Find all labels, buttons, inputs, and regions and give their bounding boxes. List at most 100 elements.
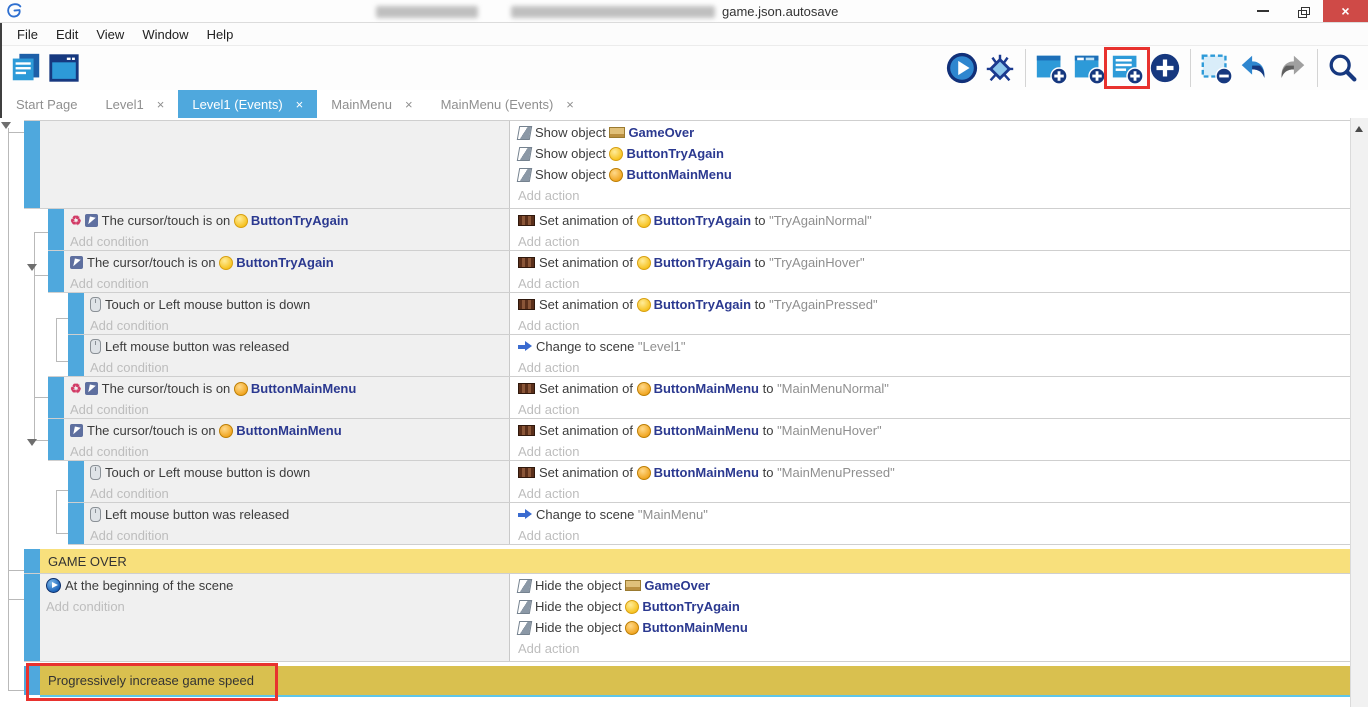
- action-item[interactable]: Set animation of ButtonTryAgain to "TryA…: [518, 210, 1351, 231]
- condition-item[interactable]: Left mouse button was released: [90, 336, 509, 357]
- scroll-up-arrow-icon[interactable]: [1355, 126, 1363, 132]
- add-action-button[interactable]: Add action: [518, 638, 1351, 659]
- action-item[interactable]: Show object GameOver: [518, 122, 1351, 143]
- conditions-cell: Touch or Left mouse button is downAdd co…: [84, 461, 510, 502]
- toolbar-add-circle-button[interactable]: [1148, 51, 1182, 85]
- event-row[interactable]: The cursor/touch is on ButtonMainMenuAdd…: [48, 418, 1351, 461]
- add-action-button[interactable]: Add action: [518, 185, 1351, 206]
- object-name: ButtonTryAgain: [626, 146, 724, 161]
- condition-item[interactable]: At the beginning of the scene: [46, 575, 509, 596]
- condition-item[interactable]: Touch or Left mouse button is down: [90, 294, 509, 315]
- action-item[interactable]: Set animation of ButtonMainMenu to "Main…: [518, 378, 1351, 399]
- condition-item[interactable]: The cursor/touch is on ButtonMainMenu: [70, 420, 509, 441]
- mouse-icon: [90, 507, 101, 522]
- event-row[interactable]: Touch or Left mouse button is downAdd co…: [68, 460, 1351, 503]
- close-button[interactable]: ×: [1323, 0, 1368, 22]
- action-item[interactable]: Hide the object ButtonTryAgain: [518, 596, 1351, 617]
- action-text: Change to scene: [536, 507, 638, 522]
- toolbar-preview-play-button[interactable]: [945, 51, 979, 85]
- menu-file[interactable]: File: [8, 27, 47, 42]
- add-action-button[interactable]: Add action: [518, 441, 1351, 462]
- add-condition-button[interactable]: Add condition: [70, 399, 509, 420]
- add-condition-button[interactable]: Add condition: [90, 315, 509, 336]
- toolbar-undo-button[interactable]: [1237, 51, 1271, 85]
- action-item[interactable]: Change to scene "Level1": [518, 336, 1351, 357]
- action-item[interactable]: Set animation of ButtonMainMenu to "Main…: [518, 420, 1351, 441]
- toolbar-search-button[interactable]: [1326, 51, 1360, 85]
- toolbar-add-subevent-button[interactable]: [1072, 51, 1106, 85]
- add-condition-button[interactable]: Add condition: [46, 596, 509, 617]
- add-action-button[interactable]: Add action: [518, 525, 1351, 546]
- action-item[interactable]: Set animation of ButtonMainMenu to "Main…: [518, 462, 1351, 483]
- project-manager-icon: [9, 51, 43, 85]
- event-row[interactable]: At the beginning of the sceneAdd conditi…: [24, 573, 1351, 662]
- condition-item[interactable]: Left mouse button was released: [90, 504, 509, 525]
- event-row[interactable]: The cursor/touch is on ButtonTryAgainAdd…: [48, 250, 1351, 293]
- add-condition-button[interactable]: Add condition: [90, 525, 509, 546]
- tab-close-icon[interactable]: ×: [566, 97, 574, 112]
- tab-close-icon[interactable]: ×: [405, 97, 413, 112]
- toolbar-scene-editor-button[interactable]: [47, 51, 81, 85]
- object-name: ButtonMainMenu: [654, 423, 759, 438]
- condition-item[interactable]: ♻The cursor/touch is on ButtonMainMenu: [70, 378, 509, 399]
- action-item[interactable]: Show object ButtonMainMenu: [518, 164, 1351, 185]
- add-action-button[interactable]: Add action: [518, 483, 1351, 504]
- vertical-scrollbar[interactable]: [1350, 118, 1368, 707]
- toolbar-deselect-button[interactable]: [1199, 51, 1233, 85]
- cursor-icon: [70, 256, 83, 269]
- toolbar-add-comment-button[interactable]: [1110, 51, 1144, 85]
- add-condition-button[interactable]: Add condition: [90, 483, 509, 504]
- add-action-button[interactable]: Add action: [518, 273, 1351, 294]
- event-row[interactable]: Show object GameOverShow object ButtonTr…: [24, 120, 1351, 209]
- condition-item[interactable]: ♻The cursor/touch is on ButtonTryAgain: [70, 210, 509, 231]
- restore-button[interactable]: [1283, 0, 1323, 22]
- menu-window[interactable]: Window: [133, 27, 197, 42]
- toolbar-add-event-button[interactable]: [1034, 51, 1068, 85]
- add-action-button[interactable]: Add action: [518, 315, 1351, 336]
- text-object-icon: [609, 127, 625, 138]
- tab-mainmenu-events[interactable]: MainMenu (Events)×: [427, 90, 588, 118]
- gdevelop-logo-icon: [4, 1, 24, 21]
- event-row[interactable]: Touch or Left mouse button is downAdd co…: [68, 292, 1351, 335]
- button-yellow-icon: [234, 214, 248, 228]
- add-condition-button[interactable]: Add condition: [70, 273, 509, 294]
- action-item[interactable]: Set animation of ButtonTryAgain to "TryA…: [518, 252, 1351, 273]
- menu-view[interactable]: View: [87, 27, 133, 42]
- add-action-button[interactable]: Add action: [518, 399, 1351, 420]
- menu-help[interactable]: Help: [198, 27, 243, 42]
- condition-item[interactable]: Touch or Left mouse button is down: [90, 462, 509, 483]
- comment-row[interactable]: GAME OVER: [24, 549, 1351, 574]
- tab-level1-events[interactable]: Level1 (Events)×: [178, 90, 317, 118]
- event-row[interactable]: Left mouse button was releasedAdd condit…: [68, 502, 1351, 545]
- tab-close-icon[interactable]: ×: [296, 97, 304, 112]
- tab-close-icon[interactable]: ×: [157, 97, 165, 112]
- action-item[interactable]: Hide the object ButtonMainMenu: [518, 617, 1351, 638]
- toolbar-project-manager-button[interactable]: [9, 51, 43, 85]
- menu-edit[interactable]: Edit: [47, 27, 87, 42]
- add-condition-button[interactable]: Add condition: [70, 231, 509, 252]
- add-action-button[interactable]: Add action: [518, 231, 1351, 252]
- add-condition-button[interactable]: Add condition: [90, 357, 509, 378]
- add-action-button[interactable]: Add action: [518, 357, 1351, 378]
- action-item[interactable]: Hide the object GameOver: [518, 575, 1351, 596]
- condition-item[interactable]: The cursor/touch is on ButtonTryAgain: [70, 252, 509, 273]
- tab-level1[interactable]: Level1×: [91, 90, 178, 118]
- minimize-button[interactable]: [1243, 0, 1283, 22]
- event-row[interactable]: ♻The cursor/touch is on ButtonMainMenuAd…: [48, 376, 1351, 419]
- animation-icon: [518, 383, 535, 394]
- add-subevent-icon: [1072, 51, 1106, 85]
- toolbar-debug-button[interactable]: [983, 51, 1017, 85]
- actions-cell: Change to scene "Level1"Add action: [510, 335, 1351, 376]
- action-item[interactable]: Show object ButtonTryAgain: [518, 143, 1351, 164]
- tab-start-page[interactable]: Start Page: [2, 90, 91, 118]
- tab-mainmenu[interactable]: MainMenu×: [317, 90, 426, 118]
- add-condition-button[interactable]: Add condition: [70, 441, 509, 462]
- quoted-value: "MainMenu": [638, 507, 708, 522]
- action-item[interactable]: Set animation of ButtonTryAgain to "TryA…: [518, 294, 1351, 315]
- comment-row[interactable]: Progressively increase game speed: [24, 666, 1351, 695]
- event-row[interactable]: ♻The cursor/touch is on ButtonTryAgainAd…: [48, 208, 1351, 251]
- cursor-icon: [85, 382, 98, 395]
- action-item[interactable]: Change to scene "MainMenu": [518, 504, 1351, 525]
- event-row[interactable]: Left mouse button was releasedAdd condit…: [68, 334, 1351, 377]
- toolbar-redo-button[interactable]: [1275, 51, 1309, 85]
